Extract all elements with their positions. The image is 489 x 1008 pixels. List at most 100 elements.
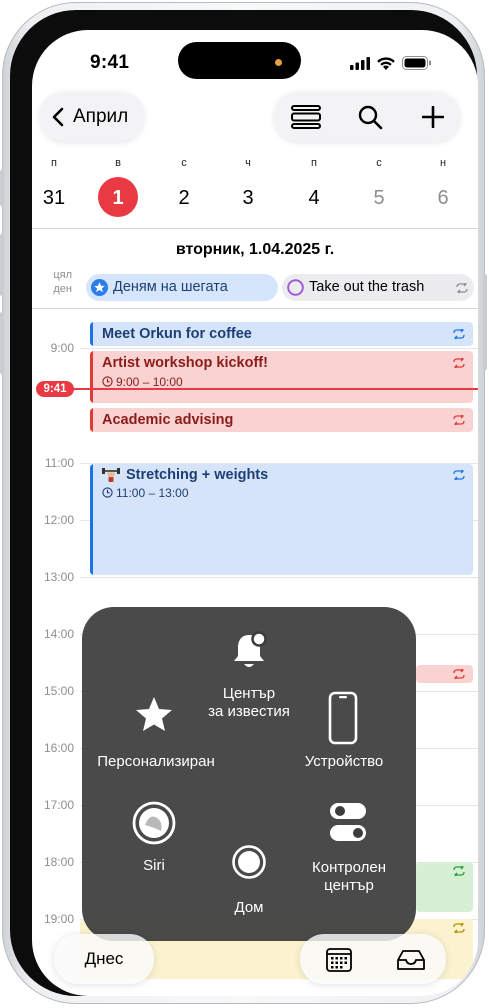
all-day-divider [32,308,478,309]
all-day-event-title: Деням на шегата [113,279,228,295]
current-time-line [72,388,478,390]
control-center-line2: център [324,877,374,894]
hour-label: 16:00 [43,741,74,755]
date-heading: вторник, 1.04.2025 г. [175,241,335,258]
hour-label: 15:00 [43,684,74,698]
wifi-icon [377,57,395,70]
toggles-icon [330,803,366,841]
week-divider [32,228,478,229]
clock-icon [102,376,113,387]
star-circle-icon [91,279,108,296]
repeat-icon [453,669,465,679]
screen: 9:41 Април п в с ч п с н 31 1 2 3 4 5 6 … [32,30,478,996]
event-time: 11:00 – 13:00 [116,486,189,500]
hour-label: 14:00 [43,627,74,641]
event-color-bar [90,351,93,403]
weekday-fri: п [311,157,317,169]
repeat-icon [456,283,468,293]
assistive-touch-menu: Център за известия Персонализиран Устрой… [82,607,416,941]
event-color-bar [90,464,93,575]
weekday-sat: с [376,157,382,169]
action-button [0,170,4,206]
clock-icon [102,487,113,498]
event-meet-orkun[interactable]: Meet Orkun for coffee [90,322,473,346]
day-5[interactable]: 5 [359,187,399,210]
hour-label: 17:00 [43,798,74,812]
event-color-bar [90,322,93,346]
event-academic-advising[interactable]: Academic advising [90,408,473,432]
siri-label: Siri [143,857,165,874]
star-icon [136,697,172,731]
phone-bezel: 9:41 Април п в с ч п с н 31 1 2 3 4 5 6 … [10,10,478,996]
phone-frame: 9:41 Април п в с ч п с н 31 1 2 3 4 5 6 … [0,2,487,1004]
all-day-label-line1: цял [53,269,72,281]
event-artist-workshop[interactable]: Artist workshop kickoff! 9:00 – 10:00 [90,351,473,403]
all-day-event-trash[interactable]: Take out the trash [282,274,474,301]
day-1-selected[interactable]: 1 [98,187,138,210]
volume-down-button [0,312,4,374]
event-title: Academic advising [102,412,234,428]
home-label: Дом [234,899,264,916]
chevron-left-icon [52,107,64,127]
weightlifter-icon [102,468,120,482]
cellular-signal-icon [350,57,370,70]
hour-label: 12:00 [43,513,74,527]
day-4[interactable]: 4 [294,187,334,210]
repeat-icon [453,866,465,876]
hour-line [80,577,478,578]
hour-label: 11:00 [44,456,74,470]
siri-button[interactable]: Siri [104,801,204,881]
status-time: 9:41 [90,52,130,73]
day-2[interactable]: 2 [164,187,204,210]
back-label: Април [73,106,129,127]
tab-pill [300,934,446,984]
search-icon[interactable] [358,105,384,131]
event-title: Meet Orkun for coffee [102,326,252,342]
event-partial-green[interactable] [416,862,473,912]
device-button[interactable]: Устройство [284,691,404,775]
event-stretching[interactable]: Stretching + weights 11:00 – 13:00 [90,464,473,575]
all-day-label: цял ден [34,268,72,296]
control-center-button[interactable]: Контролен център [294,801,404,901]
control-center-line1: Контролен [312,859,386,876]
event-time: 9:00 – 10:00 [116,375,183,389]
event-title: Stretching + weights [126,467,269,483]
dynamic-island [178,42,301,79]
weekday-sun: н [439,157,447,169]
weekday-wed: с [181,157,187,169]
all-day-event-title: Take out the trash [309,279,425,295]
day-31[interactable]: 31 [34,187,74,210]
repeat-icon [453,358,465,368]
day-3[interactable]: 3 [228,187,268,210]
toolbar-pill [274,92,460,142]
today-button[interactable]: Днес [54,934,154,984]
event-color-bar [90,408,93,432]
hour-label: 9:00 [50,341,74,355]
hour-label: 13:00 [43,570,74,584]
all-day-label-line2: ден [53,283,72,295]
event-partial-red[interactable] [416,665,473,683]
add-icon[interactable] [422,106,444,128]
view-toggle-icon[interactable] [290,105,322,129]
repeat-icon [453,415,465,425]
hour-label: 19:00 [43,912,74,926]
event-title: Artist workshop kickoff! [102,355,268,371]
home-button[interactable]: Дом [199,845,299,925]
repeat-icon [453,329,465,339]
back-button[interactable]: Април [40,92,144,142]
custom-button[interactable]: Персонализиран [84,695,224,775]
inbox-icon[interactable] [396,949,426,971]
hour-label: 18:00 [43,855,74,869]
current-time-badge: 9:41 [36,381,74,397]
weekday-tue: в [115,157,121,169]
repeat-icon [453,923,465,933]
day-6[interactable]: 6 [423,187,463,210]
volume-up-button [0,234,4,296]
battery-icon [402,56,431,70]
all-day-event-birthday[interactable]: Деням на шегата [86,274,278,301]
camera-indicator-dot [275,59,282,66]
today-label: Днес [84,949,124,968]
side-button [483,274,487,370]
calendar-grid-icon[interactable] [326,948,352,972]
weekday-mon: п [51,157,57,169]
